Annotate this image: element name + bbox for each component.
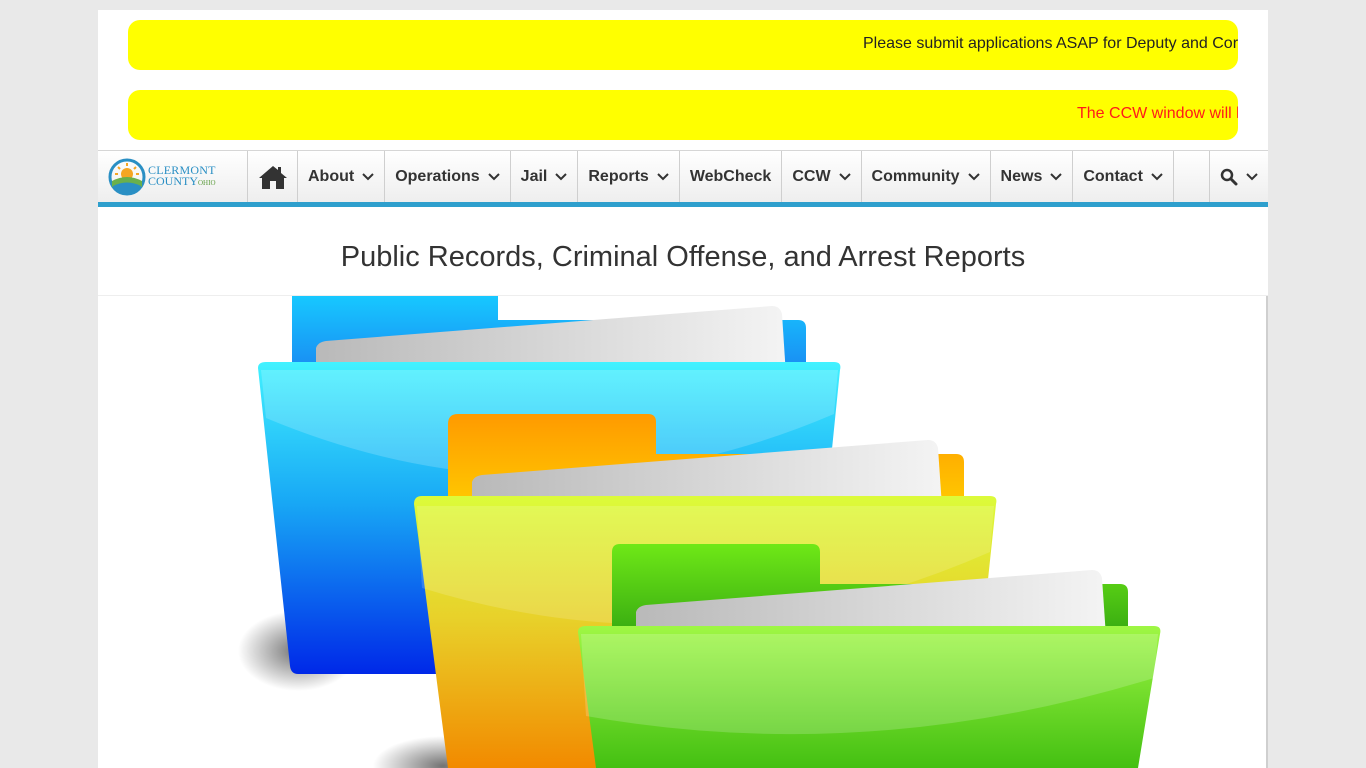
- county-seal-icon: [108, 158, 146, 195]
- folders-illustration: [238, 296, 1161, 768]
- page-edge: [1266, 296, 1268, 768]
- nav-contact[interactable]: Contact: [1073, 151, 1174, 202]
- alert-ticker-ccw[interactable]: The CCW window will l: [128, 90, 1238, 140]
- nav-webcheck-label: WebCheck: [689, 167, 772, 185]
- chevron-down-icon: [1050, 172, 1063, 181]
- nav-spacer: [1174, 151, 1210, 202]
- alert-ticker-text: Please submit applications ASAP for Depu…: [863, 35, 1238, 52]
- nav-about[interactable]: About: [298, 151, 386, 202]
- nav-reports-label: Reports: [588, 167, 649, 185]
- chevron-down-icon: [1246, 172, 1258, 181]
- chevron-down-icon: [838, 172, 851, 181]
- nav-ccw-label: CCW: [792, 167, 831, 185]
- nav-operations[interactable]: Operations: [385, 151, 511, 202]
- nav-community[interactable]: Community: [862, 151, 991, 202]
- nav-jail[interactable]: Jail: [511, 151, 579, 202]
- nav-news-label: News: [1000, 167, 1043, 185]
- chevron-down-icon: [487, 172, 500, 181]
- chevron-down-icon: [555, 172, 568, 181]
- brand-line-2-small: OHIO: [198, 178, 216, 187]
- chevron-down-icon: [657, 172, 669, 181]
- nav-community-label: Community: [871, 167, 960, 185]
- search-icon: [1220, 168, 1238, 185]
- brand-line-2: COUNTY: [148, 173, 198, 188]
- county-logo[interactable]: CLERMONT COUNTYOHIO: [98, 151, 248, 202]
- hero-folders-image: [98, 296, 1268, 768]
- main-navbar: CLERMONT COUNTYOHIO About Operations Jai…: [98, 150, 1268, 207]
- page-title-bar: Public Records, Criminal Offense, and Ar…: [98, 207, 1268, 296]
- page-container: Please submit applications ASAP for Depu…: [98, 10, 1268, 768]
- page-title: Public Records, Criminal Offense, and Ar…: [340, 241, 1026, 273]
- nav-webcheck[interactable]: WebCheck: [680, 151, 783, 202]
- nav-search[interactable]: [1210, 151, 1268, 202]
- chevron-down-icon: [1151, 172, 1163, 181]
- chevron-down-icon: [362, 172, 374, 181]
- nav-jail-label: Jail: [520, 167, 548, 185]
- alert-ticker-applications[interactable]: Please submit applications ASAP for Depu…: [128, 20, 1238, 70]
- nav-contact-label: Contact: [1083, 167, 1143, 185]
- nav-ccw[interactable]: CCW: [782, 151, 862, 202]
- nav-reports[interactable]: Reports: [578, 151, 680, 202]
- nav-home[interactable]: [248, 151, 298, 202]
- alert-ticker-text: The CCW window will l: [1077, 105, 1238, 122]
- nav-about-label: About: [308, 167, 355, 185]
- chevron-down-icon: [967, 172, 980, 181]
- nav-operations-label: Operations: [395, 167, 480, 185]
- nav-news[interactable]: News: [991, 151, 1074, 202]
- home-icon: [258, 165, 287, 189]
